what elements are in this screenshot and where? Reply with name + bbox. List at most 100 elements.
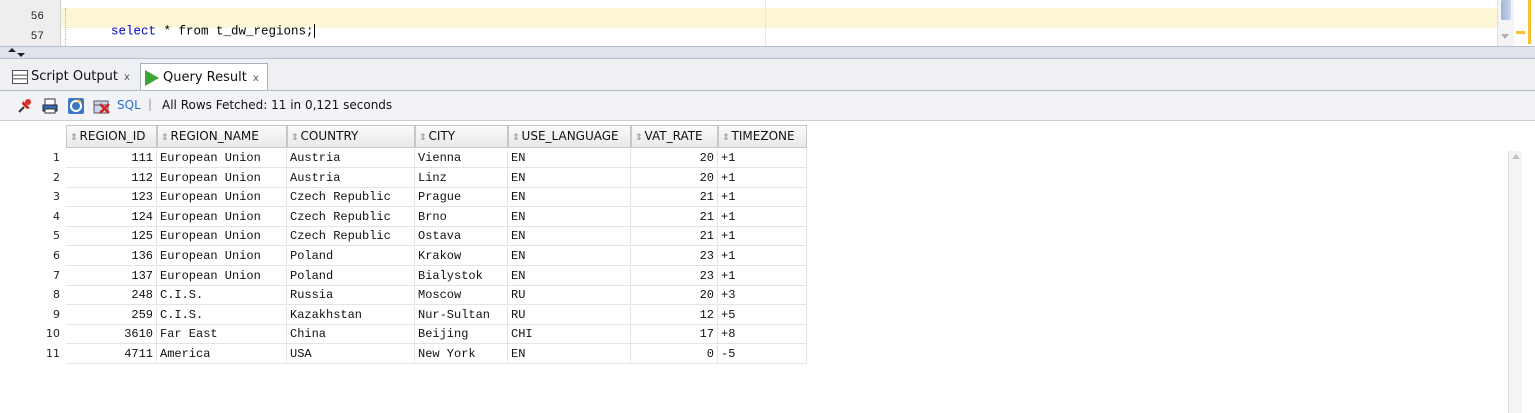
cell-timezone[interactable]: +1 (718, 188, 807, 208)
tab-query-result[interactable]: Query Result x (140, 63, 268, 90)
sql-button[interactable]: SQL (117, 98, 141, 112)
cell-country[interactable]: Austria (287, 149, 415, 168)
cell-vat-rate[interactable]: 20 (631, 168, 718, 188)
cell-city[interactable]: Moscow (415, 286, 508, 306)
refresh-icon[interactable] (67, 97, 85, 115)
collapse-down-icon[interactable] (17, 53, 25, 57)
cell-region-name[interactable]: C.I.S. (157, 305, 287, 325)
column-header-region-name[interactable]: ⇕ REGION_NAME (157, 125, 287, 148)
cell-timezone[interactable]: +1 (718, 247, 807, 266)
column-header-region-id[interactable]: ⇕ REGION_ID (66, 125, 157, 148)
code-line[interactable]: select * from t_dw_regions; (81, 10, 315, 46)
cell-region-id[interactable]: 259 (66, 305, 157, 325)
cell-city[interactable]: Krakow (415, 247, 508, 266)
cell-timezone[interactable]: -5 (718, 345, 807, 364)
cell-timezone[interactable]: +5 (718, 305, 807, 325)
cell-city[interactable]: Ostava (415, 227, 508, 247)
collapse-up-icon[interactable] (8, 48, 16, 52)
cell-vat-rate[interactable]: 21 (631, 188, 718, 208)
column-header-country[interactable]: ⇕ COUNTRY (287, 125, 415, 148)
table-row[interactable]: 1 111 European Union Austria Vienna EN 20 +1 (10, 149, 810, 168)
cell-timezone[interactable]: +8 (718, 325, 807, 345)
cell-timezone[interactable]: +1 (718, 149, 807, 168)
cell-region-id[interactable]: 124 (66, 207, 157, 227)
cell-region-id[interactable]: 112 (66, 168, 157, 188)
sort-icon[interactable]: ⇕ (722, 128, 730, 149)
column-header-use-language[interactable]: ⇕ USE_LANGUAGE (508, 125, 631, 148)
cell-city[interactable]: Linz (415, 168, 508, 188)
cell-region-id[interactable]: 248 (66, 286, 157, 306)
cell-region-name[interactable]: European Union (157, 168, 287, 188)
table-row[interactable]: 3 123 European Union Czech Republic Prague EN… (10, 188, 810, 208)
cell-timezone[interactable]: +1 (718, 168, 807, 188)
column-header-timezone[interactable]: ⇕ TIMEZONE (718, 125, 807, 148)
cell-region-name[interactable]: America (157, 345, 287, 364)
cell-country[interactable]: Czech Republic (287, 207, 415, 227)
cell-city[interactable]: Vienna (415, 149, 508, 168)
cell-use-language[interactable]: CHI (508, 325, 631, 345)
cell-city[interactable]: Brno (415, 207, 508, 227)
cell-use-language[interactable]: EN (508, 149, 631, 168)
table-row[interactable]: 9 259 C.I.S. Kazakhstan Nur-Sultan RU 12 +5 (10, 305, 810, 325)
cell-vat-rate[interactable]: 12 (631, 305, 718, 325)
cell-vat-rate[interactable]: 23 (631, 247, 718, 266)
close-icon[interactable]: x (253, 73, 259, 84)
cell-country[interactable]: Austria (287, 168, 415, 188)
cell-country[interactable]: Czech Republic (287, 188, 415, 208)
scroll-down-arrow-icon[interactable] (1501, 34, 1509, 39)
cell-city[interactable]: Prague (415, 188, 508, 208)
cell-region-name[interactable]: Far East (157, 325, 287, 345)
cell-country[interactable]: Poland (287, 266, 415, 286)
cell-region-name[interactable]: European Union (157, 227, 287, 247)
cell-vat-rate[interactable]: 17 (631, 325, 718, 345)
cell-city[interactable]: Beijing (415, 325, 508, 345)
cell-vat-rate[interactable]: 21 (631, 227, 718, 247)
scroll-up-arrow-icon[interactable] (1512, 154, 1520, 159)
cell-vat-rate[interactable]: 20 (631, 286, 718, 306)
column-header-city[interactable]: ⇕ CITY (415, 125, 508, 148)
cell-use-language[interactable]: EN (508, 168, 631, 188)
table-row[interactable]: 10 3610 Far East China Beijing CHI 17 +8 (10, 325, 810, 345)
sort-icon[interactable]: ⇕ (291, 128, 299, 149)
cell-country[interactable]: Kazakhstan (287, 305, 415, 325)
cell-use-language[interactable]: EN (508, 227, 631, 247)
cell-region-id[interactable]: 136 (66, 247, 157, 266)
cell-city[interactable]: New York (415, 345, 508, 364)
cell-use-language[interactable]: RU (508, 305, 631, 325)
cell-use-language[interactable]: EN (508, 207, 631, 227)
cell-region-id[interactable]: 125 (66, 227, 157, 247)
close-icon[interactable]: x (124, 72, 130, 83)
table-row[interactable]: 6 136 European Union Poland Krakow EN 23 +1 (10, 247, 810, 266)
sql-editor[interactable]: 56 57 select * from t_dw_regions; (0, 0, 1535, 46)
cell-region-id[interactable]: 111 (66, 149, 157, 168)
cell-region-id[interactable]: 123 (66, 188, 157, 208)
cell-use-language[interactable]: EN (508, 266, 631, 286)
cell-use-language[interactable]: RU (508, 286, 631, 306)
cell-vat-rate[interactable]: 0 (631, 345, 718, 364)
cell-region-id[interactable]: 3610 (66, 325, 157, 345)
cell-country[interactable]: USA (287, 345, 415, 364)
table-row[interactable]: 11 4711 America USA New York EN 0 -5 (10, 345, 810, 364)
sort-icon[interactable]: ⇕ (635, 128, 643, 149)
cell-timezone[interactable]: +3 (718, 286, 807, 306)
cell-vat-rate[interactable]: 23 (631, 266, 718, 286)
sort-icon[interactable]: ⇕ (70, 128, 78, 149)
grid-vertical-scrollbar[interactable] (1508, 151, 1522, 413)
cell-timezone[interactable]: +1 (718, 207, 807, 227)
column-header-vat-rate[interactable]: ⇕ VAT_RATE (631, 125, 718, 148)
cell-use-language[interactable]: EN (508, 345, 631, 364)
sort-icon[interactable]: ⇕ (512, 128, 520, 149)
tab-script-output[interactable]: Script Output x (6, 63, 136, 90)
table-row[interactable]: 8 248 C.I.S. Russia Moscow RU 20 +3 (10, 286, 810, 306)
table-row[interactable]: 2 112 European Union Austria Linz EN 20 +1 (10, 168, 810, 188)
cell-timezone[interactable]: +1 (718, 266, 807, 286)
cell-country[interactable]: Poland (287, 247, 415, 266)
cell-region-id[interactable]: 4711 (66, 345, 157, 364)
table-row[interactable]: 4 124 European Union Czech Republic Brno EN 21… (10, 207, 810, 227)
editor-vertical-scrollbar[interactable] (1497, 0, 1514, 46)
scroll-thumb[interactable] (1501, 0, 1511, 20)
cell-timezone[interactable]: +1 (718, 227, 807, 247)
cell-region-name[interactable]: European Union (157, 149, 287, 168)
cell-region-name[interactable]: European Union (157, 207, 287, 227)
table-row[interactable]: 7 137 European Union Poland Bialystok EN 23 +1 (10, 266, 810, 286)
